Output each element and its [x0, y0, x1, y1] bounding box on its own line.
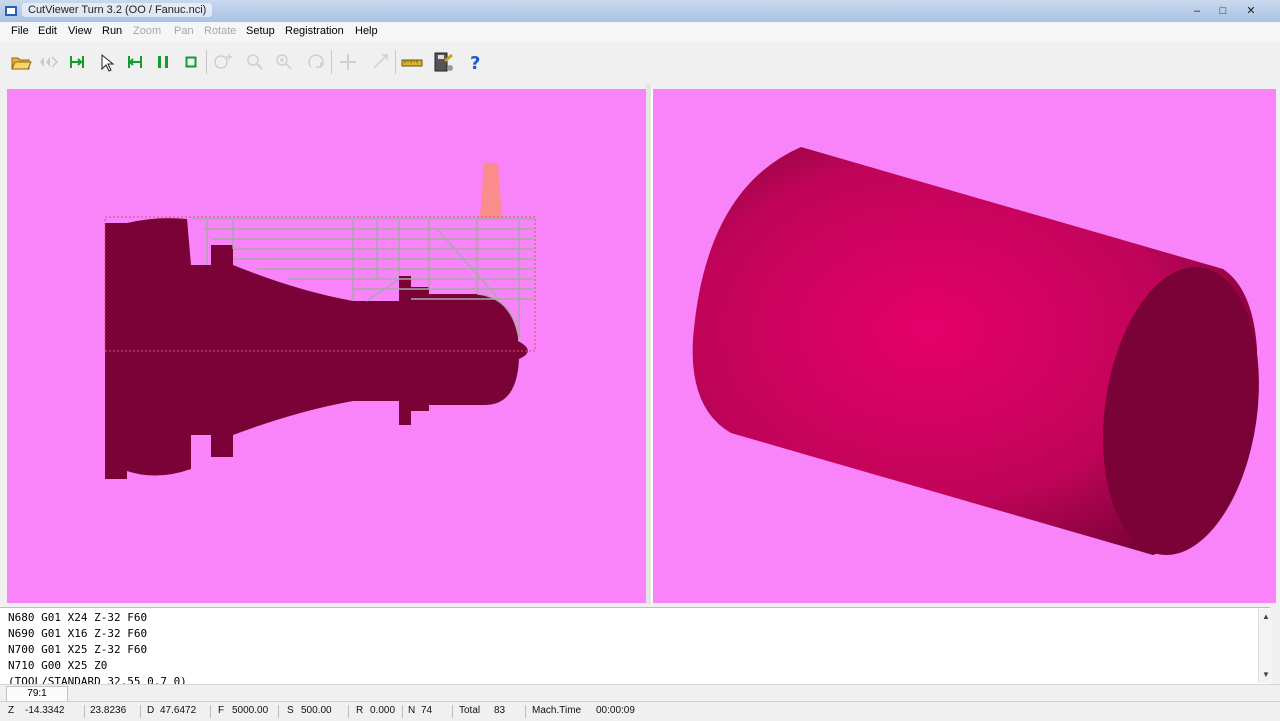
zoom-level: 79:1	[6, 686, 68, 702]
menu-bar: File Edit View Run Zoom Pan Rotate Setup…	[0, 22, 1280, 42]
menu-file[interactable]: File	[11, 25, 29, 37]
status-divider	[525, 705, 526, 718]
menu-rotate[interactable]: Rotate	[204, 25, 236, 37]
measure-icon[interactable]	[399, 49, 425, 75]
help-glyph: ?	[470, 53, 480, 74]
status-bar: Z -14.3342 23.8236 D 47.6472 F 5000.00 S…	[0, 701, 1280, 721]
title-bar: CutViewer Turn 3.2 (OO / Fanuc.nci) – □ …	[0, 0, 1280, 23]
status-n-label: N	[408, 705, 416, 716]
status-machtime-value: 00:00:09	[596, 705, 635, 716]
step-to-start-icon[interactable]	[64, 49, 90, 75]
fit-icon[interactable]	[367, 49, 393, 75]
status-divider	[140, 705, 141, 718]
stock-profile	[105, 218, 528, 479]
toolbar: ?	[0, 42, 1280, 82]
scroll-up-arrow-icon[interactable]: ▲	[1259, 611, 1273, 623]
toolbar-separator	[331, 50, 332, 74]
status-z-label: Z	[8, 705, 15, 716]
gcode-scrollbar[interactable]: ▲ ▼	[1258, 609, 1273, 683]
status-n-value: 74	[421, 705, 433, 716]
status-r-value: 0.000	[370, 705, 396, 716]
stock-cylinder-3d	[692, 147, 1259, 555]
close-button[interactable]: ✕	[1240, 4, 1262, 18]
minimize-button[interactable]: –	[1186, 4, 1208, 18]
pause-icon[interactable]	[150, 49, 176, 75]
gcode-line: N680 G01 X24 Z-32 F60	[8, 611, 148, 624]
step-to-end-icon[interactable]	[122, 49, 148, 75]
stop-icon[interactable]	[178, 49, 204, 75]
menu-run[interactable]: Run	[102, 25, 122, 37]
app-icon[interactable]	[4, 4, 18, 18]
menu-setup[interactable]: Setup	[246, 25, 275, 37]
status-s-label: S	[287, 705, 294, 716]
menu-edit[interactable]: Edit	[38, 25, 57, 37]
viewport-2d[interactable]	[7, 89, 647, 603]
status-divider	[452, 705, 453, 718]
rewind-icon[interactable]	[37, 49, 63, 75]
status-z-value: -14.3342	[25, 705, 65, 716]
maximize-button[interactable]: □	[1212, 4, 1234, 18]
status-total-value: 83	[494, 705, 506, 716]
status-machtime-label: Mach.Time	[532, 705, 582, 716]
status-divider	[348, 705, 349, 718]
gcode-line: N700 G01 X25 Z-32 F60	[8, 643, 148, 656]
viewport-3d[interactable]	[651, 89, 1276, 603]
scroll-down-arrow-icon[interactable]: ▼	[1259, 669, 1273, 681]
rotate-icon[interactable]	[303, 49, 329, 75]
pan-icon[interactable]	[335, 49, 361, 75]
menu-help[interactable]: Help	[355, 25, 378, 37]
status-x-value: 23.8236	[90, 705, 127, 716]
gcode-line: N690 G01 X16 Z-32 F60	[8, 627, 148, 640]
menu-pan[interactable]: Pan	[174, 25, 194, 37]
status-r-label: R	[356, 705, 364, 716]
status-divider	[278, 705, 279, 718]
status-f-value: 5000.00	[232, 705, 269, 716]
menu-registration[interactable]: Registration	[285, 25, 344, 37]
gcode-line: (TOOL/STANDARD 32.55 0.7 0)	[8, 675, 187, 684]
gcode-line-current: N710 G00 X25 Z0	[8, 659, 108, 672]
status-s-value: 500.00	[301, 705, 332, 716]
status-divider	[84, 705, 85, 718]
window-title: CutViewer Turn 3.2 (OO / Fanuc.nci)	[22, 3, 213, 17]
status-d-label: D	[147, 705, 155, 716]
zoom-out-icon[interactable]	[242, 49, 268, 75]
single-step-icon[interactable]	[94, 49, 120, 75]
help-icon[interactable]: ?	[462, 49, 488, 75]
zoom-bar: 79:1	[0, 684, 1280, 702]
status-divider	[402, 705, 403, 718]
menu-zoom[interactable]: Zoom	[133, 25, 161, 37]
status-divider	[210, 705, 211, 718]
tool-setup-icon[interactable]	[430, 49, 456, 75]
menu-view[interactable]: View	[68, 25, 92, 37]
gcode-listing[interactable]: N680 G01 X24 Z-32 F60 N690 G01 X16 Z-32 …	[0, 607, 1270, 684]
zoom-window-icon[interactable]	[210, 49, 236, 75]
toolbar-separator	[206, 50, 207, 74]
toolbar-separator	[395, 50, 396, 74]
status-d-value: 47.6472	[160, 705, 197, 716]
status-f-label: F	[218, 705, 225, 716]
lathe-profile-drawing	[104, 163, 536, 479]
status-total-label: Total	[459, 705, 481, 716]
zoom-in-icon[interactable]	[271, 49, 297, 75]
open-file-icon[interactable]	[8, 49, 34, 75]
cutting-tool	[480, 163, 502, 217]
